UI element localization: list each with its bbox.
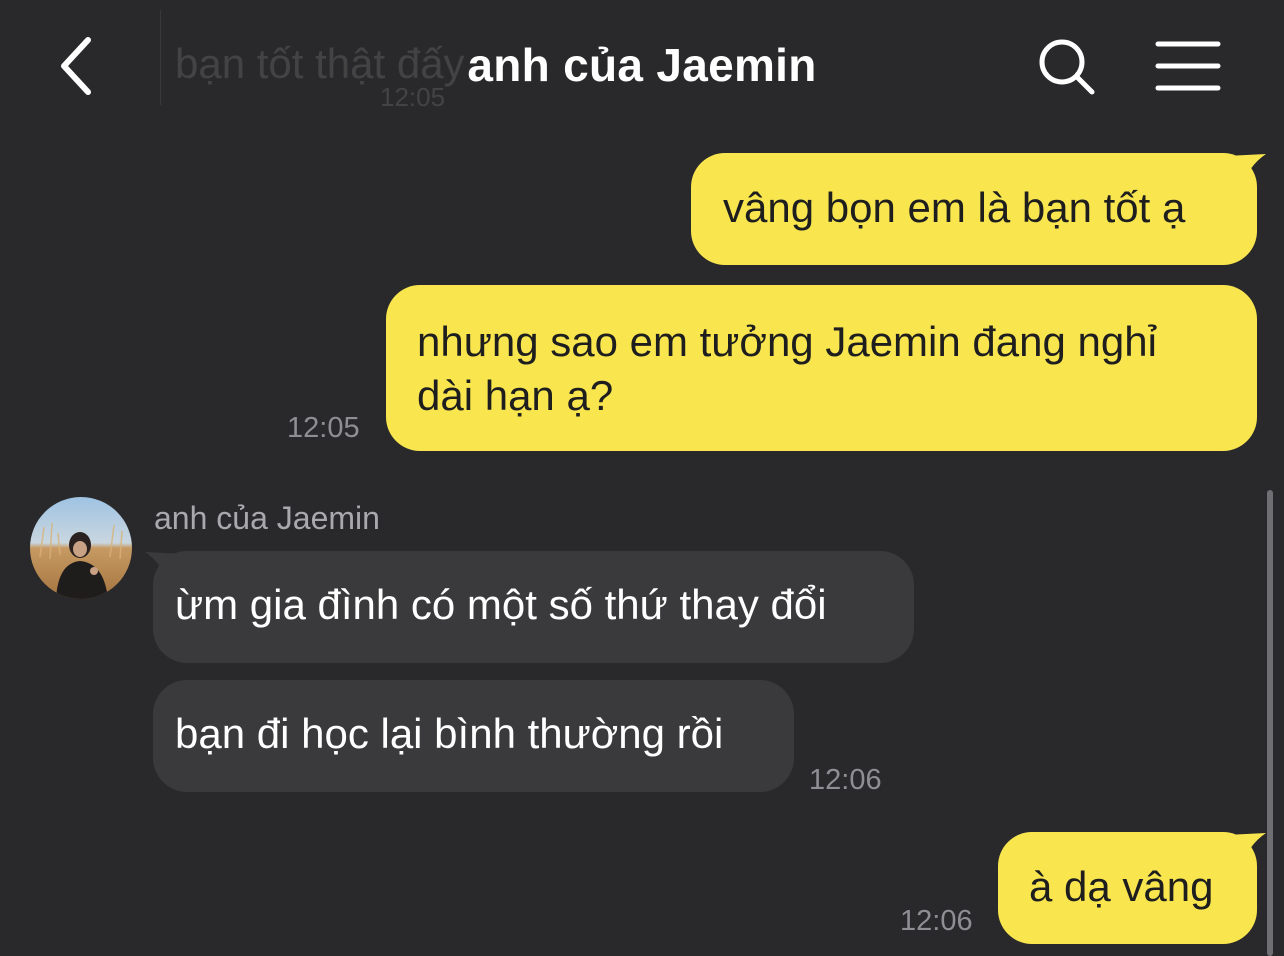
received-message-bubble[interactable]: bạn đi học lại bình thường rồi: [153, 680, 794, 792]
message-text-line: dài hạn ạ?: [417, 372, 614, 419]
message-text: à dạ vâng: [1029, 863, 1214, 910]
my-message-bubble[interactable]: nhưng sao em tưởng Jaemin đang nghỉ dài …: [386, 285, 1257, 451]
search-icon: [1039, 39, 1095, 95]
my-message-bubble[interactable]: à dạ vâng: [998, 832, 1257, 944]
my-message-bubble[interactable]: vâng bọn em là bạn tốt ạ: [691, 153, 1257, 265]
hamburger-menu-icon: [1155, 41, 1221, 91]
message-time: 12:06: [900, 905, 973, 937]
received-message-bubble[interactable]: ừm gia đình có một số thứ thay đổi: [153, 551, 914, 663]
message-text-line: nhưng sao em tưởng Jaemin đang nghỉ: [417, 318, 1157, 365]
chat-header: bạn tốt thật đấy 12:05 anh của Jaemin: [0, 0, 1284, 130]
message-text: ừm gia đình có một số thứ thay đổi: [175, 581, 827, 628]
search-button[interactable]: [1036, 36, 1098, 98]
scrollbar[interactable]: [1267, 490, 1273, 956]
avatar[interactable]: [30, 497, 132, 599]
menu-button[interactable]: [1154, 38, 1222, 94]
sender-name: anh của Jaemin: [154, 500, 380, 536]
message-time: 12:05: [287, 412, 360, 444]
bubble-tail: [1226, 154, 1266, 188]
message-text: bạn đi học lại bình thường rồi: [175, 710, 724, 757]
profile-photo: [30, 497, 132, 599]
bubble-tail: [1226, 833, 1266, 867]
message-time: 12:06: [809, 764, 882, 796]
bubble-tail: [145, 552, 185, 586]
message-text: vâng bọn em là bạn tốt ạ: [723, 184, 1186, 231]
